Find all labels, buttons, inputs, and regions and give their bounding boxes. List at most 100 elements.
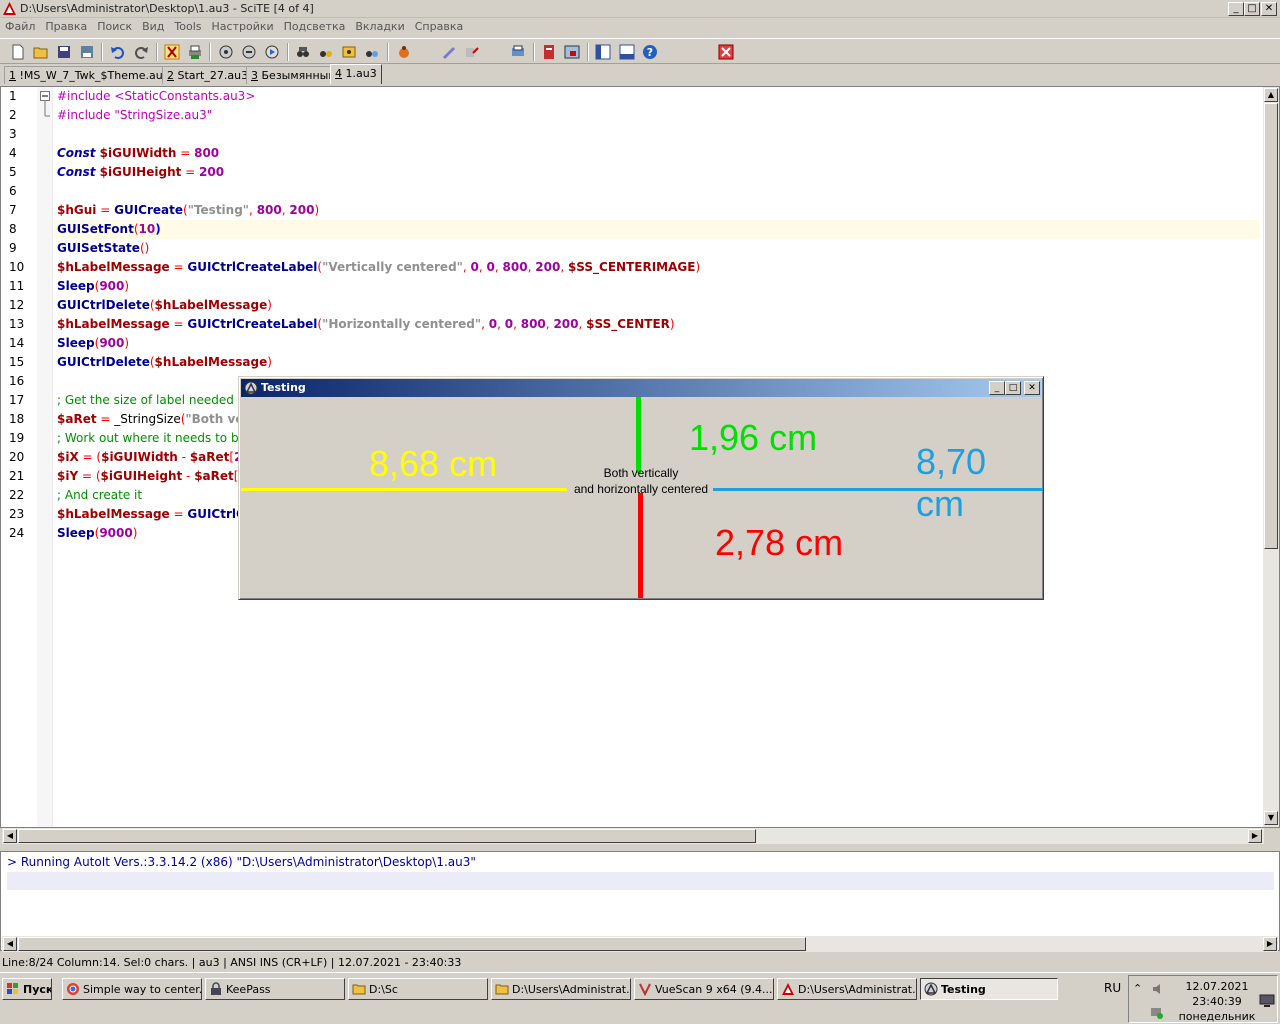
find-next-icon[interactable]: [318, 44, 334, 60]
wrapper-icon[interactable]: [464, 44, 480, 60]
exit-icon[interactable]: [718, 44, 734, 60]
menu-language[interactable]: Подсветка: [279, 18, 351, 33]
scroll-up-arrow-icon[interactable]: ▲: [1264, 88, 1278, 102]
menu-buffers[interactable]: Вкладки: [350, 18, 409, 33]
line-number: 10: [9, 260, 25, 274]
menu-options[interactable]: Настройки: [207, 18, 279, 33]
tab-1-au3[interactable]: 4 1.au3: [330, 64, 382, 84]
close-file-icon[interactable]: [79, 44, 95, 60]
task-keepass[interactable]: KeePass: [205, 978, 345, 1000]
scroll-down-arrow-icon[interactable]: ▼: [1264, 811, 1278, 825]
line-number: 4: [9, 146, 17, 160]
toolbar-separator: [387, 43, 389, 61]
open-folder-icon[interactable]: [33, 44, 49, 60]
cut-icon[interactable]: [164, 44, 180, 60]
centered-label: Both vertically and horizontally centere…: [559, 465, 723, 497]
find-in-files-icon[interactable]: [364, 44, 380, 60]
right-measure-label: 8,70 cm: [916, 441, 987, 524]
task-browser[interactable]: Simple way to center...: [62, 978, 202, 1000]
menu-view[interactable]: Вид: [137, 18, 169, 33]
output-pane-icon[interactable]: [619, 44, 635, 60]
tab-ms-w7-theme[interactable]: 1 !MS_W_7_Twk_$Theme.au3: [4, 66, 175, 84]
tab-number: 1: [9, 69, 16, 82]
tray-expand-icon[interactable]: ⌃: [1133, 982, 1142, 995]
koda-icon[interactable]: [510, 44, 526, 60]
undo-icon[interactable]: [110, 44, 126, 60]
print-icon[interactable]: [187, 44, 203, 60]
find-icon[interactable]: [295, 44, 311, 60]
start-button[interactable]: Пуск: [2, 978, 52, 1000]
system-tray: ⌃ 12.07.2021 23:40:39 понедельник: [1128, 975, 1278, 1023]
editor-vertical-scrollbar[interactable]: ▲ ▼: [1263, 87, 1279, 827]
code-line-5: Const $iGUIHeight = 200: [57, 165, 225, 179]
scroll-right-arrow-icon[interactable]: ▶: [1263, 937, 1277, 951]
window-info-icon[interactable]: [564, 44, 580, 60]
tray-weekday: понедельник: [1178, 1010, 1256, 1023]
editor-horizontal-scrollbar[interactable]: ◀ ▶: [2, 828, 1264, 844]
testing-window[interactable]: Testing _ □ ✕ 8,68 cm 1,96 cm 8,70 cm 2,…: [238, 376, 1044, 600]
line-number: 22: [9, 488, 25, 502]
code-line-10: $hLabelMessage = GUICtrlCreateLabel("Ver…: [57, 260, 701, 274]
language-indicator[interactable]: RU: [1104, 981, 1121, 995]
testing-maximize-button[interactable]: □: [1005, 381, 1021, 395]
replace-icon[interactable]: [341, 44, 357, 60]
tab-untitled[interactable]: 3 Безымянный: [246, 66, 341, 84]
debug-icon[interactable]: [396, 44, 412, 60]
fold-marker-icon[interactable]: [40, 91, 50, 121]
scroll-right-arrow-icon[interactable]: ▶: [1248, 829, 1262, 843]
help-icon[interactable]: ?: [642, 44, 658, 60]
menu-file[interactable]: Файл: [0, 18, 40, 33]
code-line-12: GUICtrlDelete($hLabelMessage): [57, 298, 272, 312]
tidy-icon[interactable]: [441, 44, 457, 60]
menu-tools[interactable]: Tools: [169, 18, 206, 33]
go-icon[interactable]: [264, 44, 280, 60]
scite-icon: [782, 983, 794, 995]
monitor-icon[interactable]: [1259, 994, 1275, 1008]
autoit-logo-icon: [924, 982, 938, 996]
tab-start27[interactable]: 2 Start_27.au3: [162, 66, 254, 84]
toolbar-separator: [101, 43, 103, 61]
menu-search[interactable]: Поиск: [92, 18, 137, 33]
code-line-2: #include "StringSize.au3": [57, 108, 213, 122]
line-number: 11: [9, 279, 25, 293]
left-measure-line: [241, 488, 567, 491]
new-file-icon[interactable]: [10, 44, 26, 60]
autoit-logo-icon: [244, 381, 258, 395]
volume-icon[interactable]: [1151, 982, 1165, 996]
task-folder-sc[interactable]: D:\Sc: [348, 978, 488, 1000]
line-number: 1: [9, 89, 17, 103]
horizontal-scroll-thumb[interactable]: [18, 829, 756, 843]
chrome-icon: [67, 983, 79, 995]
redo-icon[interactable]: [133, 44, 149, 60]
close-button[interactable]: ✕: [1261, 2, 1277, 16]
maximize-button[interactable]: □: [1244, 2, 1260, 16]
scroll-left-arrow-icon[interactable]: ◀: [3, 829, 17, 843]
keepass-icon: [211, 982, 221, 995]
toolbar-separator: [533, 43, 535, 61]
horizontal-scroll-thumb[interactable]: [18, 937, 806, 951]
tab-label: !MS_W_7_Twk_$Theme.au3: [19, 69, 170, 82]
menu-help[interactable]: Справка: [410, 18, 468, 33]
minimize-button[interactable]: _: [1228, 2, 1244, 16]
line-number: 13: [9, 317, 25, 331]
book-icon[interactable]: [541, 44, 557, 60]
output-horizontal-scrollbar[interactable]: ◀ ▶: [2, 936, 1278, 952]
menu-edit[interactable]: Правка: [40, 18, 92, 33]
task-testing[interactable]: Testing: [920, 978, 1058, 1000]
layout-icon[interactable]: [595, 44, 611, 60]
scroll-left-arrow-icon[interactable]: ◀: [3, 937, 17, 951]
save-icon[interactable]: [56, 44, 72, 60]
testing-minimize-button[interactable]: _: [989, 381, 1005, 395]
task-vuescan[interactable]: VueScan 9 x64 (9.4....: [634, 978, 774, 1000]
task-folder-desktop[interactable]: D:\Users\Administrat...: [491, 978, 631, 1000]
code-line-23: $hLabelMessage = GUICtrlCre: [57, 507, 259, 521]
network-icon[interactable]: [1149, 1006, 1165, 1020]
compile-icon[interactable]: [218, 44, 234, 60]
vertical-scroll-thumb[interactable]: [1264, 103, 1278, 549]
build-icon[interactable]: [241, 44, 257, 60]
tab-label: 1.au3: [345, 67, 377, 80]
testing-close-button[interactable]: ✕: [1024, 381, 1040, 395]
task-scite[interactable]: D:\Users\Administrat...: [777, 978, 917, 1000]
testing-titlebar[interactable]: Testing _ □ ✕: [241, 379, 1041, 397]
line-number: 2: [9, 108, 17, 122]
